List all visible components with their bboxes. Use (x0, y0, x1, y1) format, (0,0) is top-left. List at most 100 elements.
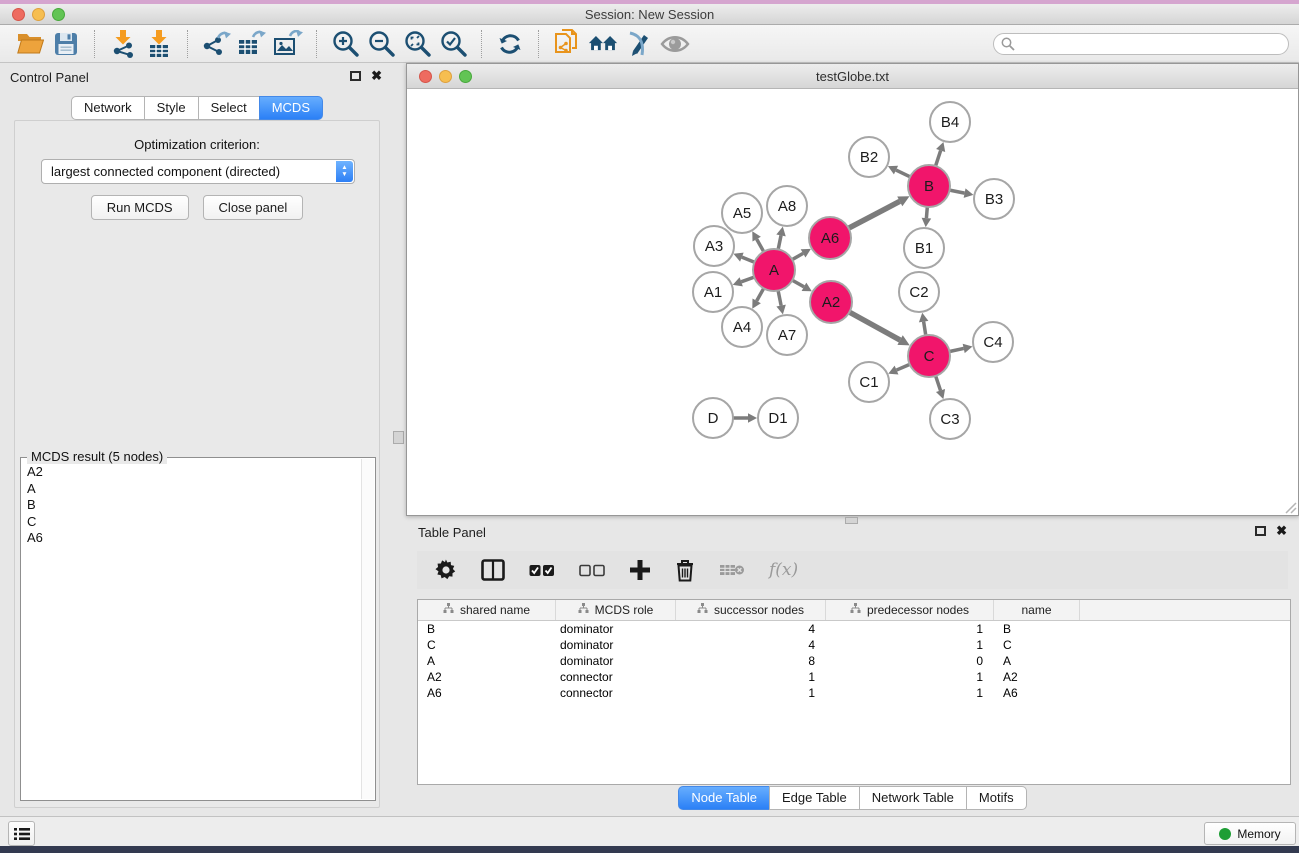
column-visibility-icon[interactable] (481, 559, 505, 581)
table-cell[interactable]: A2 (418, 670, 556, 684)
graph-edge-A6-B[interactable] (849, 201, 900, 228)
result-list-item[interactable]: A2 (22, 464, 360, 481)
table-cell[interactable]: C (994, 638, 1080, 652)
table-cell[interactable]: B (418, 622, 556, 636)
minimize-network-icon[interactable] (439, 70, 452, 83)
table-row[interactable]: Bdominator41B (418, 621, 1290, 637)
table-row[interactable]: A2connector11A2 (418, 669, 1290, 685)
tab-network-table[interactable]: Network Table (859, 786, 967, 810)
table-row[interactable]: Adominator80A (418, 653, 1290, 669)
tab-style[interactable]: Style (144, 96, 199, 120)
table-cell[interactable]: C (418, 638, 556, 652)
column-header-predecessor-nodes[interactable]: predecessor nodes (826, 600, 994, 620)
table-cell[interactable]: B (994, 622, 1080, 636)
table-cell[interactable]: 4 (676, 622, 826, 636)
table-cell[interactable]: A (418, 654, 556, 668)
result-scrollbar[interactable] (361, 459, 374, 799)
graph-edge-C-C1[interactable] (897, 364, 910, 370)
zoom-network-icon[interactable] (459, 70, 472, 83)
show-hide-icon[interactable] (660, 29, 690, 59)
table-cell[interactable]: connector (556, 686, 676, 700)
close-panel-icon[interactable]: ✖ (1276, 525, 1287, 537)
tab-edge-table[interactable]: Edge Table (769, 786, 860, 810)
open-session-icon[interactable] (15, 29, 45, 59)
graph-edge-B-B4[interactable] (936, 151, 941, 167)
network-window-titlebar[interactable]: testGlobe.txt (407, 64, 1298, 89)
table-cell[interactable]: connector (556, 670, 676, 684)
table-cell[interactable]: dominator (556, 654, 676, 668)
graph-edge-A-A2[interactable] (792, 280, 804, 287)
task-history-button[interactable] (8, 821, 35, 846)
close-window-icon[interactable] (12, 8, 25, 21)
select-all-icon[interactable] (529, 564, 555, 577)
table-cell[interactable]: 1 (826, 622, 994, 636)
graph-edge-B-B1[interactable] (926, 207, 927, 218)
delete-columns-icon[interactable] (675, 559, 695, 582)
result-list-item[interactable]: A (22, 481, 360, 498)
graph-edge-C-C2[interactable] (924, 322, 926, 336)
close-panel-icon[interactable]: ✖ (371, 70, 382, 82)
zoom-in-icon[interactable] (330, 29, 360, 59)
graph-edge-C-C4[interactable] (950, 348, 964, 351)
delete-table-icon[interactable] (719, 562, 745, 578)
import-network-icon[interactable] (108, 29, 138, 59)
apply-layout-icon[interactable] (495, 29, 525, 59)
result-list-item[interactable]: C (22, 514, 360, 531)
table-cell[interactable]: dominator (556, 638, 676, 652)
memory-button[interactable]: Memory (1204, 822, 1296, 845)
table-cell[interactable]: 1 (676, 670, 826, 684)
table-cell[interactable]: A6 (418, 686, 556, 700)
cybrowser-home-icon[interactable] (588, 29, 618, 59)
column-header-name[interactable]: name (994, 600, 1080, 620)
toggle-annotations-icon[interactable] (624, 29, 654, 59)
zoom-fit-icon[interactable] (402, 29, 432, 59)
result-list-item[interactable]: A6 (22, 530, 360, 547)
table-row[interactable]: Cdominator41C (418, 637, 1290, 653)
graph-edge-A-A8[interactable] (778, 235, 781, 249)
function-builder-icon[interactable]: f(x) (769, 560, 798, 580)
graph-edge-A-A3[interactable] (742, 257, 755, 262)
network-canvas[interactable]: B4B2BB3A8A5A6A3B1AA1C2A2A4A7C4CC1DC3D1 (407, 89, 1298, 515)
minimize-window-icon[interactable] (32, 8, 45, 21)
column-header-successor-nodes[interactable]: successor nodes (676, 600, 826, 620)
tab-network[interactable]: Network (71, 96, 145, 120)
save-session-icon[interactable] (51, 29, 81, 59)
column-header-shared-name[interactable]: shared name (418, 600, 556, 620)
graph-edge-A-A6[interactable] (792, 253, 803, 259)
table-cell[interactable]: A6 (994, 686, 1080, 700)
tab-mcds[interactable]: MCDS (259, 96, 323, 120)
graph-edge-A-A4[interactable] (757, 288, 764, 301)
table-cell[interactable]: 1 (676, 686, 826, 700)
close-network-icon[interactable] (419, 70, 432, 83)
new-network-from-selection-icon[interactable] (552, 29, 582, 59)
table-cell[interactable]: dominator (556, 622, 676, 636)
zoom-selected-icon[interactable] (438, 29, 468, 59)
export-network-icon[interactable] (201, 29, 231, 59)
close-panel-button[interactable]: Close panel (203, 195, 304, 220)
table-cell[interactable]: 1 (826, 686, 994, 700)
table-cell[interactable]: 4 (676, 638, 826, 652)
graph-edge-A-A7[interactable] (778, 291, 781, 306)
graph-edge-B-B3[interactable] (950, 190, 965, 193)
tab-select[interactable]: Select (198, 96, 260, 120)
vertical-split-handle[interactable] (393, 431, 404, 444)
column-header-MCDS-role[interactable]: MCDS role (556, 600, 676, 620)
export-image-icon[interactable] (273, 29, 303, 59)
float-panel-icon[interactable] (350, 71, 361, 81)
table-cell[interactable]: 8 (676, 654, 826, 668)
resize-grip[interactable] (1283, 500, 1297, 514)
network-graph[interactable]: B4B2BB3A8A5A6A3B1AA1C2A2A4A7C4CC1DC3D1 (407, 89, 1298, 515)
table-settings-icon[interactable] (435, 559, 457, 581)
graph-edge-C-C3[interactable] (936, 376, 941, 391)
graph-edge-A2-C[interactable] (849, 312, 900, 340)
search-input[interactable] (993, 33, 1289, 55)
float-panel-icon[interactable] (1255, 526, 1266, 536)
tab-motifs[interactable]: Motifs (966, 786, 1027, 810)
table-cell[interactable]: 0 (826, 654, 994, 668)
mcds-result-list[interactable]: A2ABCA6 (22, 464, 360, 799)
deselect-all-icon[interactable] (579, 564, 605, 577)
table-cell[interactable]: 1 (826, 638, 994, 652)
table-cell[interactable]: A (994, 654, 1080, 668)
zoom-out-icon[interactable] (366, 29, 396, 59)
table-cell[interactable]: A2 (994, 670, 1080, 684)
